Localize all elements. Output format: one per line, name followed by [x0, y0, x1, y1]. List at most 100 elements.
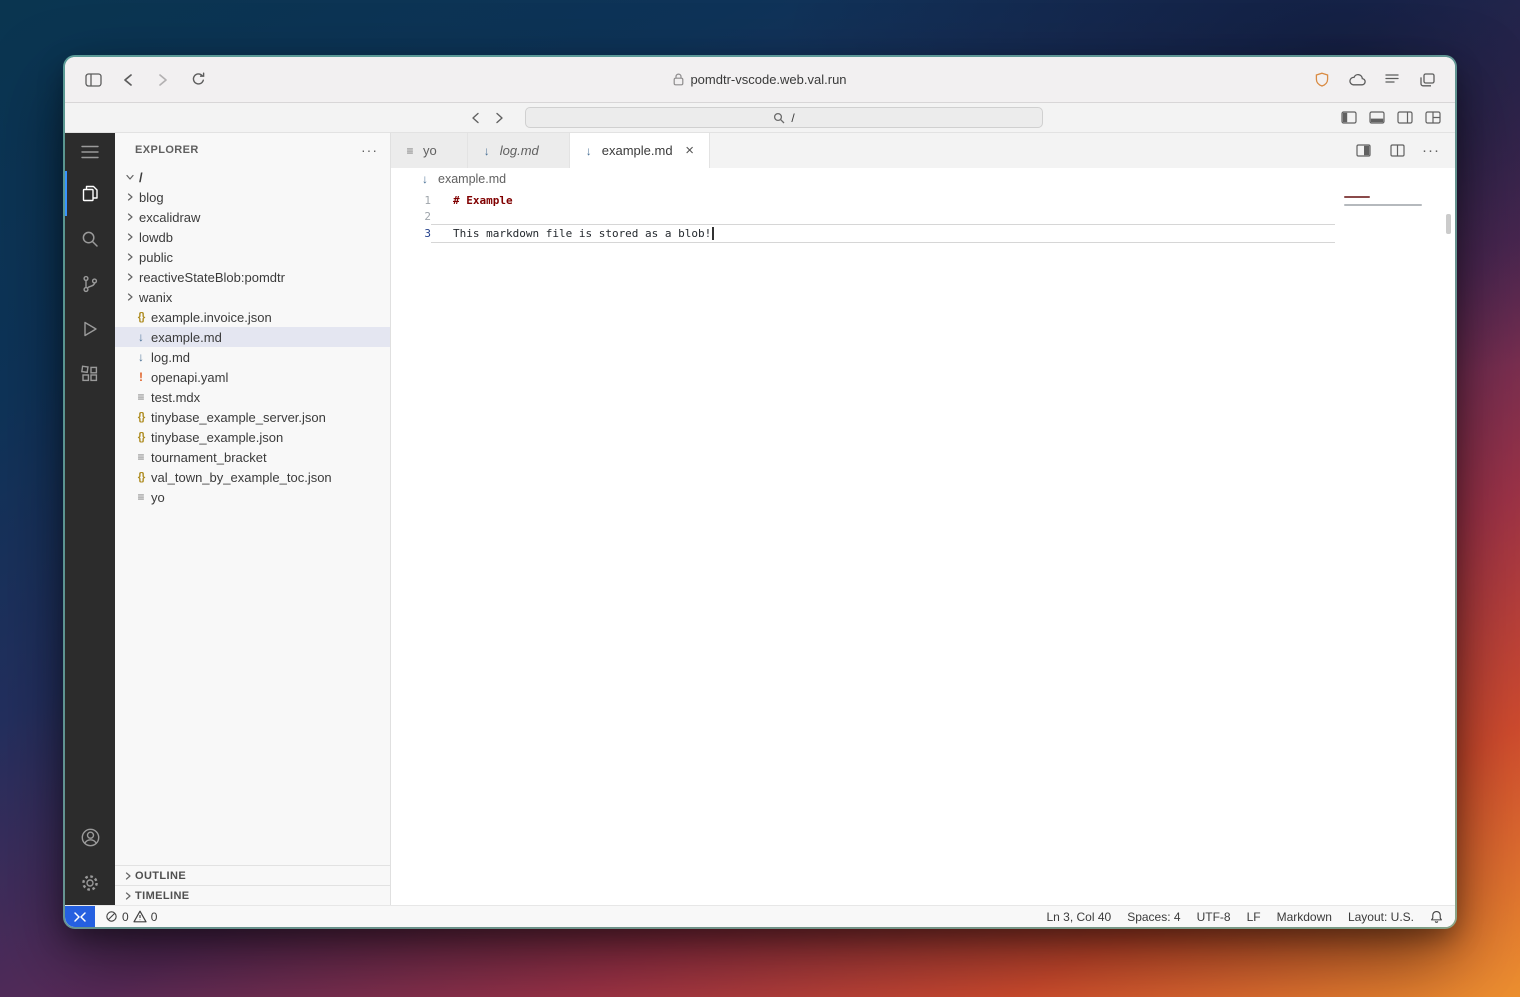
- tree-item-test-mdx[interactable]: ≡ test.mdx: [115, 387, 390, 407]
- tree-item-log-md[interactable]: ↓ log.md: [115, 347, 390, 367]
- tab-log-md[interactable]: ↓ log.md: [467, 133, 570, 168]
- tree-item-openapi-yaml[interactable]: ! openapi.yaml: [115, 367, 390, 387]
- tree-item-public[interactable]: public: [115, 247, 390, 267]
- chevron-down-icon: [123, 171, 137, 183]
- forward-button[interactable]: [151, 68, 175, 92]
- code-line-3: 3 This markdown file is stored as a blob…: [391, 225, 1455, 242]
- line-number: 3: [424, 226, 431, 240]
- close-icon[interactable]: ×: [681, 142, 699, 160]
- chevron-right-icon: [123, 271, 137, 283]
- timeline-section[interactable]: TIMELINE: [115, 885, 390, 905]
- tree-item-blog[interactable]: blog: [115, 187, 390, 207]
- markdown-file-icon: ↓: [138, 330, 144, 344]
- privacy-shield-icon[interactable]: [1310, 68, 1334, 92]
- tree-item-example-md[interactable]: ↓ example.md: [115, 327, 390, 347]
- account-button[interactable]: [65, 815, 115, 860]
- sidebar-item-extensions[interactable]: [65, 351, 115, 396]
- tree-item-tournament-bracket[interactable]: ≡ tournament_bracket: [115, 447, 390, 467]
- account-icon: [81, 828, 99, 847]
- cloud-icon[interactable]: [1345, 68, 1369, 92]
- split-editor-icon[interactable]: [1385, 139, 1409, 163]
- tab-example-md[interactable]: ↓ example.md ×: [569, 133, 710, 168]
- minimap-line: [1344, 196, 1370, 198]
- tree-item-val-town-by-example-toc-json[interactable]: {} val_town_by_example_toc.json: [115, 467, 390, 487]
- tab-yo[interactable]: ≡ yo: [391, 133, 468, 168]
- tree-item-tinybase-example-json[interactable]: {} tinybase_example.json: [115, 427, 390, 447]
- toggle-primary-sidebar-icon[interactable]: [1339, 106, 1359, 130]
- chevron-right-icon: [123, 191, 137, 203]
- status-language[interactable]: Markdown: [1277, 910, 1332, 924]
- status-indentation[interactable]: Spaces: 4: [1127, 910, 1180, 924]
- address-bar[interactable]: pomdtr-vscode.web.val.run: [65, 57, 1455, 102]
- json-file-icon: {}: [137, 410, 146, 423]
- more-actions-icon[interactable]: ···: [1419, 139, 1443, 163]
- tree-item-lowdb[interactable]: lowdb: [115, 227, 390, 247]
- vscode-app: / EXPLORER ··· / blog excalidraw lowdb p…: [65, 103, 1455, 927]
- warning-icon: [133, 910, 147, 923]
- tree-item-tinybase-example-server-json[interactable]: {} tinybase_example_server.json: [115, 407, 390, 427]
- status-cursor-position[interactable]: Ln 3, Col 40: [1046, 910, 1111, 924]
- outline-section[interactable]: OUTLINE: [115, 865, 390, 885]
- sidebar-item-run-debug[interactable]: [65, 306, 115, 351]
- minimap[interactable]: [1340, 190, 1455, 905]
- settings-button[interactable]: [65, 860, 115, 905]
- sidebar-toggle-icon[interactable]: [81, 68, 105, 92]
- command-center[interactable]: /: [525, 107, 1043, 128]
- markdown-file-icon: ↓: [483, 143, 490, 158]
- vscode-titlebar: /: [65, 103, 1455, 133]
- reload-button[interactable]: [186, 68, 210, 92]
- problems-indicator[interactable]: 0 0: [105, 910, 157, 924]
- notifications-bell-icon[interactable]: [1430, 910, 1443, 924]
- sidebar-item-source-control[interactable]: [65, 261, 115, 306]
- back-button[interactable]: [116, 68, 140, 92]
- markdown-file-icon: ↓: [422, 172, 428, 186]
- status-eol[interactable]: LF: [1247, 910, 1261, 924]
- sidebar-item-search[interactable]: [65, 216, 115, 261]
- tab-overview-icon[interactable]: [1415, 68, 1439, 92]
- error-icon: [106, 911, 117, 922]
- tree-item-reactivestateblob[interactable]: reactiveStateBlob:pomdtr: [115, 267, 390, 287]
- editor-group: ≡ yo ↓ log.md ↓ example.md × ··· ↓ examp…: [391, 133, 1455, 905]
- sidebar-item-explorer[interactable]: [65, 171, 115, 216]
- editor-code-area[interactable]: 1 # Example 2 3 This markdown file is st…: [391, 190, 1455, 905]
- file-icon: ≡: [137, 390, 145, 404]
- warning-count: 0: [150, 909, 158, 924]
- browser-toolbar: pomdtr-vscode.web.val.run: [65, 57, 1455, 103]
- outline-label: OUTLINE: [135, 869, 187, 882]
- menu-button[interactable]: [65, 133, 115, 171]
- tree-item-root[interactable]: /: [115, 167, 390, 187]
- customize-layout-icon[interactable]: [1423, 106, 1443, 130]
- line-number: 1: [424, 193, 431, 207]
- editor-back-button[interactable]: [463, 106, 487, 130]
- toggle-panel-icon[interactable]: [1367, 106, 1387, 130]
- gear-icon: [82, 874, 98, 891]
- chevron-right-icon: [123, 251, 137, 263]
- file-icon: ≡: [137, 490, 145, 504]
- chevron-right-icon: [123, 291, 137, 303]
- reader-icon[interactable]: [1380, 68, 1404, 92]
- remote-indicator[interactable]: [65, 906, 95, 927]
- chevron-right-icon: [123, 211, 137, 223]
- status-encoding[interactable]: UTF-8: [1197, 910, 1231, 924]
- json-file-icon: {}: [137, 470, 146, 483]
- tree-item-yo[interactable]: ≡ yo: [115, 487, 390, 507]
- editor-forward-button[interactable]: [487, 106, 511, 130]
- address-url: pomdtr-vscode.web.val.run: [690, 72, 847, 87]
- explorer-more-actions-icon[interactable]: ···: [361, 143, 378, 157]
- lock-icon: [673, 73, 684, 86]
- markdown-file-icon: ↓: [138, 350, 144, 364]
- code-line-1: 1 # Example: [391, 192, 1455, 209]
- breadcrumb[interactable]: ↓ example.md: [391, 168, 1455, 190]
- tree-item-excalidraw[interactable]: excalidraw: [115, 207, 390, 227]
- vscode-main: EXPLORER ··· / blog excalidraw lowdb pub…: [65, 133, 1455, 905]
- tree-item-example-invoice-json[interactable]: {} example.invoice.json: [115, 307, 390, 327]
- markdown-file-icon: ↓: [585, 143, 592, 158]
- tree-item-wanix[interactable]: wanix: [115, 287, 390, 307]
- explorer-sidebar: EXPLORER ··· / blog excalidraw lowdb pub…: [115, 133, 391, 905]
- toggle-secondary-sidebar-icon[interactable]: [1395, 106, 1415, 130]
- yaml-file-icon: !: [139, 370, 143, 384]
- scrollbar-thumb[interactable]: [1446, 214, 1451, 234]
- status-keyboard-layout[interactable]: Layout: U.S.: [1348, 910, 1414, 924]
- line-number: 2: [424, 210, 431, 224]
- split-editor-layout-icon[interactable]: [1351, 139, 1375, 163]
